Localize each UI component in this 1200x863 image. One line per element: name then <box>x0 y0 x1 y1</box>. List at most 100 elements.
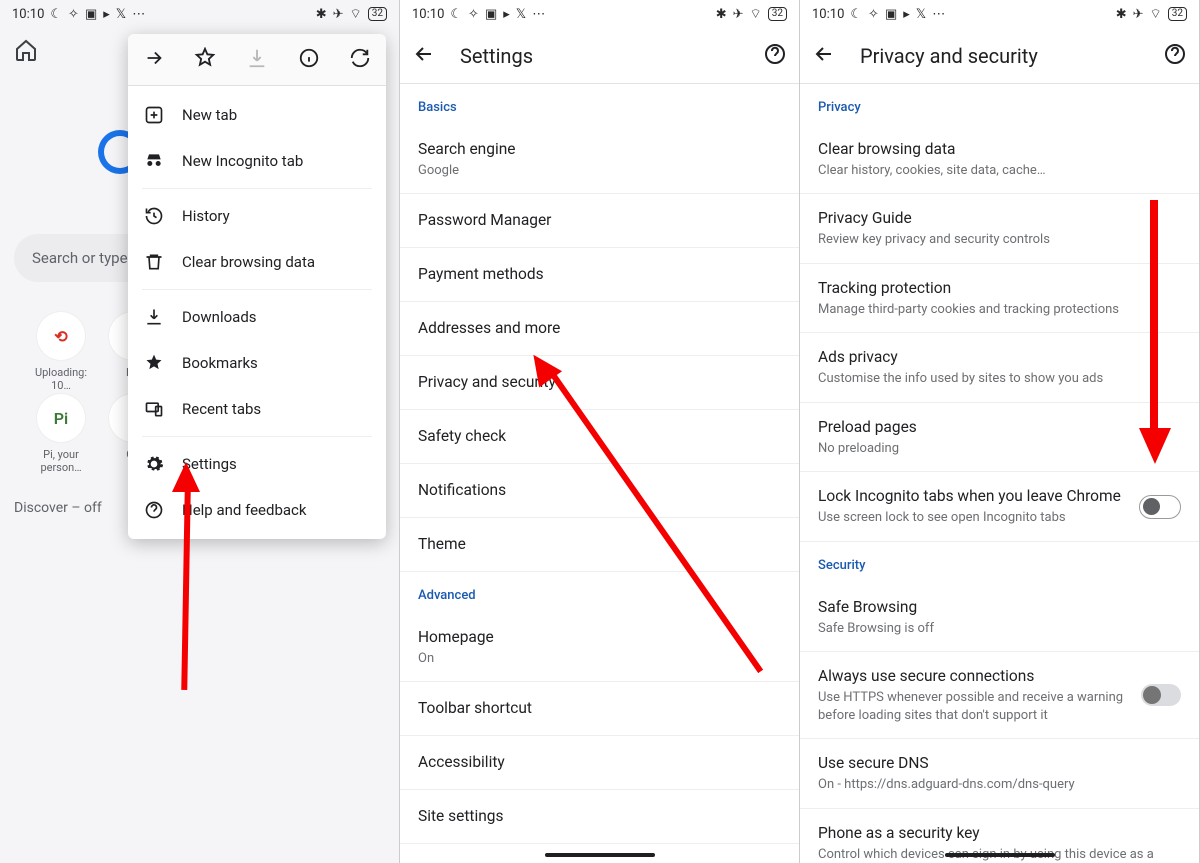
settings-list[interactable]: Basics Search engine Google Password Man… <box>400 84 799 863</box>
battery-icon: 32 <box>768 7 787 21</box>
row-safety-check[interactable]: Safety check <box>400 410 799 464</box>
home-indicator[interactable] <box>945 853 1055 857</box>
row-secure-dns[interactable]: Use secure DNS On - https://dns.adguard-… <box>800 739 1199 808</box>
privacy-list[interactable]: Privacy Clear browsing data Clear histor… <box>800 84 1199 863</box>
row-title: Theme <box>418 534 781 555</box>
status-bar: 10:10 ☾ ✧ ▣ ▸ 𝕏 ⋯ ✱ ✈ ⌔ 32 <box>0 0 399 28</box>
row-title: Search engine <box>418 139 781 160</box>
menu-help[interactable]: Help and feedback <box>128 487 386 533</box>
row-title: Payment methods <box>418 264 781 285</box>
forward-icon[interactable] <box>143 47 165 73</box>
shortcut-label: Uploading: 10… <box>35 366 87 392</box>
devices-icon <box>144 399 164 419</box>
settings-app-bar: Settings <box>400 28 799 84</box>
menu-recent-tabs[interactable]: Recent tabs <box>128 386 386 432</box>
row-password-manager[interactable]: Password Manager <box>400 194 799 248</box>
screenshot-1: 10:10 ☾ ✧ ▣ ▸ 𝕏 ⋯ ✱ ✈ ⌔ 32 Search or typ… <box>0 0 400 863</box>
row-title: Addresses and more <box>418 318 781 339</box>
row-subtitle: Use screen lock to see open Incognito ta… <box>818 509 1127 527</box>
row-notifications[interactable]: Notifications <box>400 464 799 518</box>
row-theme[interactable]: Theme <box>400 518 799 572</box>
home-icon[interactable] <box>14 38 38 66</box>
screenshot-3: 10:10 ☾ ✧ ▣ ▸ 𝕏 ⋯ ✱ ✈ ⌔ 32 Privacy and s… <box>800 0 1200 863</box>
play-icon: ▸ <box>903 7 910 22</box>
menu-bookmarks[interactable]: Bookmarks <box>128 340 386 386</box>
row-privacy-security[interactable]: Privacy and security <box>400 356 799 410</box>
row-clear-data[interactable]: Clear browsing data Clear history, cooki… <box>800 125 1199 194</box>
row-preload[interactable]: Preload pages No preloading <box>800 403 1199 472</box>
menu-settings[interactable]: Settings <box>128 441 386 487</box>
help-icon[interactable] <box>763 42 787 70</box>
row-title: Safe Browsing <box>818 597 1181 618</box>
row-secure-conn[interactable]: Always use secure connections Use HTTPS … <box>800 652 1199 739</box>
shortcut-tile[interactable]: Pi Pi, your person… <box>32 394 90 474</box>
vibrate-icon: ✧ <box>468 7 479 22</box>
row-lock-incognito[interactable]: Lock Incognito tabs when you leave Chrom… <box>800 472 1199 541</box>
menu-label: Settings <box>182 455 237 473</box>
star-icon[interactable] <box>194 47 216 73</box>
row-title: Password Manager <box>418 210 781 231</box>
row-title: Privacy Guide <box>818 208 1181 229</box>
row-title: Clear browsing data <box>818 139 1181 160</box>
home-indicator[interactable] <box>545 853 655 857</box>
battery-icon: 32 <box>1168 7 1187 21</box>
row-title: Always use secure connections <box>818 666 1129 687</box>
row-subtitle: On - https://dns.adguard-dns.com/dns-que… <box>818 776 1181 794</box>
row-subtitle: Use HTTPS whenever possible and receive … <box>818 689 1129 724</box>
section-header: Advanced <box>400 572 799 613</box>
menu-downloads[interactable]: Downloads <box>128 294 386 340</box>
menu-new-tab[interactable]: New tab <box>128 92 386 138</box>
reload-icon[interactable] <box>349 47 371 73</box>
toggle-lock-incognito[interactable] <box>1139 495 1181 519</box>
row-subtitle: Clear history, cookies, site data, cache… <box>818 162 1181 180</box>
gear-icon <box>144 454 164 474</box>
sync-icon: ⟲ <box>37 312 85 360</box>
back-icon[interactable] <box>812 42 836 70</box>
row-subtitle: Google <box>418 162 781 180</box>
help-icon[interactable] <box>1163 42 1187 70</box>
menu-label: Help and feedback <box>182 501 307 519</box>
row-title: Accessibility <box>418 752 781 773</box>
row-title: Lock Incognito tabs when you leave Chrom… <box>818 486 1127 507</box>
row-tracking[interactable]: Tracking protection Manage third-party c… <box>800 264 1199 333</box>
menu-new-incognito[interactable]: New Incognito tab <box>128 138 386 184</box>
airplane-icon: ✈ <box>733 7 744 22</box>
row-site-settings[interactable]: Site settings <box>400 790 799 844</box>
row-ads[interactable]: Ads privacy Customise the info used by s… <box>800 333 1199 402</box>
shortcut-tile[interactable]: ⟲ Uploading: 10… <box>32 312 90 392</box>
wifi-icon: ⌔ <box>750 6 762 22</box>
pi-icon: Pi <box>37 394 85 442</box>
reddit-icon: ▣ <box>485 7 497 22</box>
privacy-app-bar: Privacy and security <box>800 28 1199 84</box>
row-payment-methods[interactable]: Payment methods <box>400 248 799 302</box>
downloads-icon <box>144 307 164 327</box>
row-homepage[interactable]: Homepage On <box>400 613 799 682</box>
play-icon: ▸ <box>103 7 110 22</box>
row-addresses[interactable]: Addresses and more <box>400 302 799 356</box>
back-icon[interactable] <box>412 42 436 70</box>
incognito-icon <box>144 151 164 171</box>
row-toolbar-shortcut[interactable]: Toolbar shortcut <box>400 682 799 736</box>
menu-clear-data[interactable]: Clear browsing data <box>128 239 386 285</box>
menu-history[interactable]: History <box>128 193 386 239</box>
row-subtitle: Safe Browsing is off <box>818 620 1181 638</box>
row-subtitle: On <box>418 650 781 668</box>
section-header: Security <box>800 542 1199 583</box>
help-icon <box>144 500 164 520</box>
dnd-moon-icon: ☾ <box>450 7 462 22</box>
more-notifications-icon: ⋯ <box>532 7 546 22</box>
row-accessibility[interactable]: Accessibility <box>400 736 799 790</box>
info-icon[interactable] <box>298 47 320 73</box>
toggle-secure-conn[interactable] <box>1141 684 1181 706</box>
menu-label: Clear browsing data <box>182 253 315 271</box>
bluetooth-icon: ✱ <box>716 7 727 22</box>
airplane-icon: ✈ <box>333 7 344 22</box>
status-time: 10:10 <box>812 7 844 22</box>
row-title: Homepage <box>418 627 781 648</box>
row-title: Use secure DNS <box>818 753 1181 774</box>
status-bar: 10:10 ☾ ✧ ▣ ▸ 𝕏 ⋯ ✱ ✈ ⌔ 32 <box>400 0 799 28</box>
row-safe-browsing[interactable]: Safe Browsing Safe Browsing is off <box>800 583 1199 652</box>
row-search-engine[interactable]: Search engine Google <box>400 125 799 194</box>
row-privacy-guide[interactable]: Privacy Guide Review key privacy and sec… <box>800 194 1199 263</box>
wifi-icon: ⌔ <box>350 6 362 22</box>
